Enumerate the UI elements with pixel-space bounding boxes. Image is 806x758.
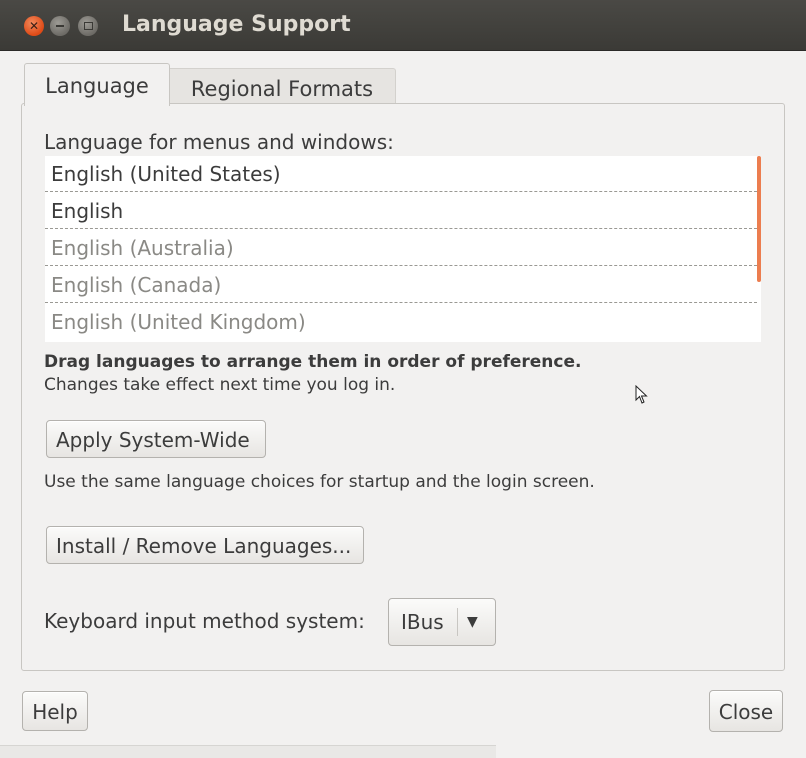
list-item-english[interactable]: English	[45, 193, 757, 229]
tab-regional-formats[interactable]: Regional Formats	[168, 68, 396, 106]
mouse-pointer-icon	[635, 385, 648, 404]
apply-description: Use the same language choices for startu…	[44, 472, 595, 492]
list-item-english-canada[interactable]: English (Canada)	[45, 267, 757, 303]
apply-system-wide-button[interactable]: Apply System-Wide	[46, 420, 266, 458]
maximize-icon	[84, 22, 93, 30]
language-list[interactable]: English (United States) English English …	[45, 156, 761, 342]
combobox-value: IBus	[401, 610, 444, 634]
window-bottom-edge	[0, 745, 496, 758]
tab-language[interactable]: Language	[24, 63, 170, 106]
close-icon: ✕	[28, 19, 40, 33]
combobox-separator	[457, 608, 458, 636]
window-title: Language Support	[122, 12, 351, 37]
list-item-english-australia[interactable]: English (Australia)	[45, 230, 757, 266]
chevron-down-icon: ▼	[467, 614, 478, 630]
title-bar[interactable]: ✕ Language Support	[0, 0, 806, 51]
window-maximize-button[interactable]	[78, 16, 98, 36]
install-remove-languages-button[interactable]: Install / Remove Languages...	[46, 526, 364, 564]
language-support-window: ✕ Language Support Regional Formats Lang…	[0, 0, 806, 758]
list-item-english-us[interactable]: English (United States)	[45, 156, 757, 192]
list-item-english-uk[interactable]: English (United Kingdom)	[45, 304, 757, 340]
keyboard-input-combobox[interactable]: IBus ▼	[388, 598, 496, 646]
window-minimize-button[interactable]	[50, 16, 70, 36]
minimize-icon	[56, 25, 64, 27]
window-close-button[interactable]: ✕	[24, 16, 44, 36]
language-section-label: Language for menus and windows:	[44, 130, 394, 154]
login-hint: Changes take effect next time you log in…	[44, 375, 396, 395]
close-button[interactable]: Close	[709, 690, 783, 732]
list-scrollbar[interactable]	[757, 156, 761, 282]
drag-hint: Drag languages to arrange them in order …	[44, 352, 582, 372]
help-button[interactable]: Help	[22, 691, 88, 731]
keyboard-input-label: Keyboard input method system:	[44, 609, 365, 633]
